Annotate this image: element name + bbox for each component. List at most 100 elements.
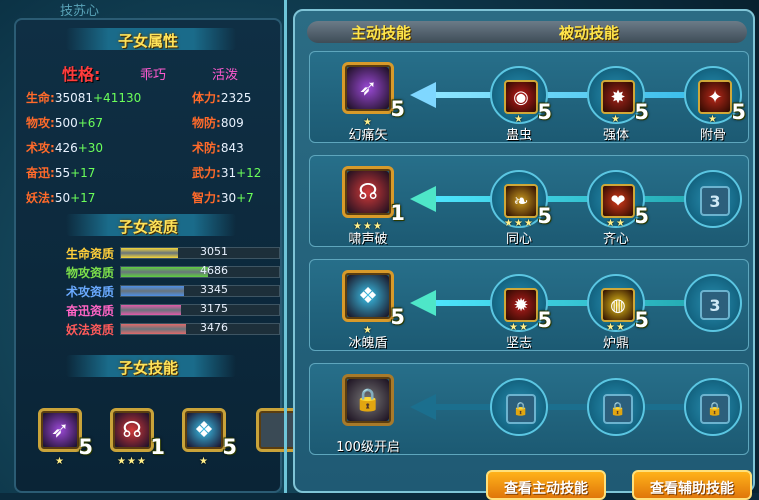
passive-skill-slot[interactable]: 🔒: [587, 378, 645, 436]
passive-skill-slot[interactable]: ❧ 5 ★★★: [490, 170, 552, 229]
stat-row: 奋迅:55+17: [26, 164, 95, 181]
passive-skill-slot[interactable]: ✸ 5 ★: [587, 66, 649, 125]
skill-link-beam: [428, 404, 728, 410]
aptitude-label: 术攻资质: [65, 285, 114, 299]
stat-row: 武力:31+12: [192, 164, 261, 181]
trait-label: 性格:: [62, 65, 101, 84]
skill-level: 1: [390, 201, 405, 225]
arrow-left-icon: [410, 290, 436, 316]
passive-skill-slot[interactable]: ❤ 5 ★★: [587, 170, 649, 229]
stat-value: 50: [54, 191, 71, 205]
active-skill-name: 啸声破: [348, 232, 388, 247]
active-skill-slot[interactable]: 🔒: [342, 374, 394, 426]
stat-label: 术攻:: [26, 141, 55, 155]
active-skill-slot[interactable]: ❖ 5 ★: [342, 270, 405, 336]
passive-skill-name: 强体: [602, 128, 629, 143]
passive-skill-slot[interactable]: 3: [684, 170, 742, 228]
skill-level: 5: [78, 435, 93, 459]
aptitude-label: 生命资质: [65, 247, 114, 261]
passive-skill-slot[interactable]: ✦ 5 ★: [684, 66, 746, 125]
passive-skill-icon: ❤: [601, 184, 635, 218]
stat-value: 2325: [220, 91, 252, 105]
passive-skill-slot[interactable]: ◍ 5 ★★: [587, 274, 649, 333]
passive-skill-name: 附骨: [699, 128, 726, 143]
child-skill-slot[interactable]: ☊ 1 ★★★: [110, 408, 165, 467]
stat-row: 术防:843: [192, 139, 244, 156]
active-skill-slot[interactable]: ☊ 1 ★★★: [342, 166, 405, 232]
tab-active-skills[interactable]: 主动技能: [351, 22, 411, 43]
active-skill-icon: ☊: [347, 171, 389, 213]
stat-row: 体力:2325: [192, 89, 251, 106]
aptitude-bar-fill: [121, 305, 182, 315]
active-skill-name: 幻痛矢: [348, 128, 388, 143]
stat-value: 31: [220, 166, 237, 180]
passive-skill-slot[interactable]: 🔒: [490, 378, 548, 436]
passive-skill-name: 坚志: [505, 336, 532, 351]
attributes-title: 子女属性: [117, 32, 178, 50]
aptitude-value: 3345: [200, 283, 228, 296]
active-skill-name: 冰魄盾: [348, 336, 388, 351]
stat-bonus: +67: [77, 116, 104, 130]
aptitude-label: 物攻资质: [65, 266, 114, 280]
skill-level: 1: [150, 435, 165, 459]
stat-value: 843: [220, 141, 244, 155]
skill-stars: ★: [199, 456, 209, 467]
aptitude-value: 3476: [200, 321, 228, 334]
passive-skill-name: 炉鼎: [602, 336, 629, 351]
lock-icon: 🔒: [603, 394, 633, 424]
skill-link-beam: [428, 300, 728, 306]
stat-row: 智力:30+7: [192, 189, 254, 206]
view-assist-skills-button[interactable]: 查看辅助技能: [632, 470, 752, 500]
aptitude-value: 3175: [200, 302, 228, 315]
tab-passive-skills[interactable]: 被动技能: [559, 22, 619, 43]
skill-tree-panel: 主动技能 被动技能 ➶ 5 ★ 幻痛矢 ◉ 5 ★ 蛊虫 ✸ 5 ★ 强体 ✦ 5 ★ 附骨 ☊ 1 ★★★ 啸声破 ❧…: [289, 0, 759, 500]
stat-bonus: +7: [236, 191, 254, 205]
stat-value: 809: [220, 116, 244, 130]
aptitude-label: 妖法资质: [65, 323, 114, 337]
view-active-skills-button[interactable]: 查看主动技能: [486, 470, 606, 500]
child-skill-slot[interactable]: ❖ 5 ★: [182, 408, 237, 467]
aptitude-bar-fill: [121, 248, 178, 258]
stat-label: 武力:: [192, 166, 221, 180]
arrow-left-icon: [410, 394, 436, 420]
lock-icon: 🔒: [506, 394, 536, 424]
scream-icon: ☊: [115, 413, 149, 447]
stat-row: 物防:809: [192, 114, 244, 131]
phantom-arrow-icon: ➶: [43, 413, 77, 447]
stat-bonus: +12: [236, 166, 262, 180]
skill-link-beam: [428, 196, 728, 202]
stat-value: 35081: [54, 91, 93, 105]
child-attributes-panel: 子女属性 性格: 乖巧 活泼 生命:35081+41130 物攻:500+67 术攻…: [14, 18, 300, 493]
stat-label: 智力:: [192, 191, 221, 205]
stat-row: 术攻:426+30: [26, 139, 103, 156]
aptitude-title: 子女资质: [117, 218, 178, 236]
passive-skill-slot[interactable]: 3: [684, 274, 742, 332]
stat-value: 426: [54, 141, 78, 155]
aptitude-label: 奋迅资质: [65, 304, 114, 318]
stat-label: 物攻:: [26, 116, 55, 130]
stat-label: 术防:: [192, 141, 221, 155]
skill-tree-frame: 主动技能 被动技能 ➶ 5 ★ 幻痛矢 ◉ 5 ★ 蛊虫 ✸ 5 ★ 强体 ✦ 5 ★ 附骨 ☊ 1 ★★★ 啸声破 ❧…: [293, 9, 755, 493]
active-skill-slot[interactable]: ➶ 5 ★: [342, 62, 405, 128]
stat-label: 妖法:: [26, 191, 55, 205]
stat-bonus: +17: [70, 166, 96, 180]
ice-shield-icon: ❖: [187, 413, 221, 447]
passive-skill-name: 齐心: [602, 232, 629, 247]
passive-skill-icon: ✦: [698, 80, 732, 114]
stat-bonus: +30: [77, 141, 104, 155]
active-skill-icon: ❖: [347, 275, 389, 317]
locked-slot-level: 3: [700, 290, 730, 320]
passive-skill-slot[interactable]: ✹ 5 ★★: [490, 274, 552, 333]
passive-skill-slot[interactable]: ◉ 5 ★: [490, 66, 552, 125]
child-skill-slot[interactable]: ➶ 5 ★: [38, 408, 93, 467]
skill-level: 5: [390, 97, 405, 121]
stat-value: 30: [220, 191, 237, 205]
stat-label: 物防:: [192, 116, 221, 130]
passive-skill-icon: ✹: [504, 288, 538, 322]
stat-bonus: +41130: [93, 91, 142, 105]
top-cut-label: 技苏心: [60, 4, 100, 19]
passive-skill-slot[interactable]: 🔒: [684, 378, 742, 436]
skill-stars: ★★★: [117, 456, 147, 467]
aptitude-bar-fill: [121, 286, 185, 296]
passive-skill-icon: ✸: [601, 80, 635, 114]
